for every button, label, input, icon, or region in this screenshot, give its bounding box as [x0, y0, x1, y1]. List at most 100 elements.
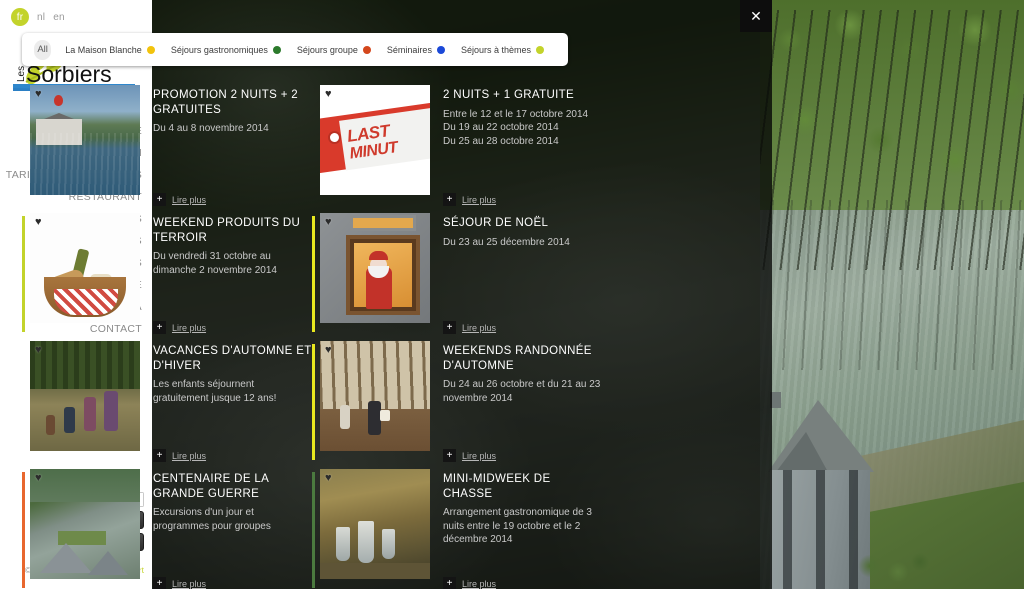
promotions-row: ♥ PROMOTION 2 NUITS + 2 GRATUITES Du 4 a… [22, 84, 602, 212]
card-title: VACANCES D'AUTOMNE ET D'HIVER [153, 345, 312, 372]
language-switcher[interactable]: fr nl en [11, 8, 65, 26]
promotion-card[interactable]: ♥ WEEKENDS RANDONNÉE D'AUTOMNE Du 24 au … [312, 340, 602, 468]
card-accent-bar [22, 88, 25, 204]
read-more-label[interactable]: Lire plus [462, 323, 496, 333]
filter-color-dot [146, 45, 155, 54]
heart-icon[interactable]: ♥ [325, 89, 332, 100]
plus-icon: + [443, 449, 456, 462]
filter-color-dot [362, 45, 371, 54]
card-accent-bar [312, 344, 315, 460]
read-more-label[interactable]: Lire plus [172, 195, 206, 205]
background-chateau [762, 392, 934, 589]
heart-icon[interactable]: ♥ [35, 473, 42, 484]
read-more[interactable]: + Lire plus [443, 193, 496, 206]
filter-color-dot [436, 45, 445, 54]
promotion-card[interactable]: ♥ VACANCES D'AUTOMNE ET D'HIVER Les enfa… [22, 340, 312, 468]
family-walk-photo: ♥ [30, 341, 140, 451]
promotion-card[interactable]: ♥ WEEKEND PRODUITS DU TERROIR Du vendred… [22, 212, 312, 340]
filter-sejours-groupe[interactable]: Séjours groupe [297, 45, 371, 55]
plus-icon: + [443, 577, 456, 589]
language-option-nl[interactable]: nl [37, 12, 45, 23]
heart-icon[interactable]: ♥ [325, 217, 332, 228]
filter-label: Séjours gastronomiques [170, 44, 268, 55]
filter-label: La Maison Blanche [65, 44, 142, 55]
background-tree-reflections [772, 200, 1024, 370]
promotions-row: ♥ CENTENAIRE DE LA GRANDE GUERRE Excursi… [22, 468, 602, 589]
filter-all-button[interactable]: All [34, 39, 52, 60]
read-more[interactable]: + Lire plus [153, 577, 206, 589]
card-title: WEEKEND PRODUITS DU TERROIR [153, 217, 301, 244]
category-filter-bar: All La Maison Blanche Séjours gastronomi… [22, 33, 568, 66]
card-accent-bar [22, 344, 25, 460]
promotions-row: ♥ WEEKEND PRODUITS DU TERROIR Du vendred… [22, 212, 602, 340]
card-title: CENTENAIRE DE LA GRANDE GUERRE [153, 473, 269, 500]
card-description: Du 23 au 25 décembre 2014 [443, 236, 570, 248]
card-accent-bar [22, 216, 25, 332]
promotion-card[interactable]: ♥ PROMOTION 2 NUITS + 2 GRATUITES Du 4 a… [22, 84, 312, 212]
filter-color-dot [536, 45, 544, 54]
filter-label: Séminaires [386, 44, 432, 55]
read-more-label[interactable]: Lire plus [462, 579, 496, 589]
card-description: Du 24 au 26 octobre et du 21 au 23 novem… [443, 379, 601, 404]
lake-villa-photo: ♥ [30, 85, 140, 195]
card-title: SÉJOUR DE NOËL [443, 217, 549, 229]
heart-icon[interactable]: ♥ [35, 345, 42, 356]
card-title: PROMOTION 2 NUITS + 2 GRATUITES [153, 89, 299, 116]
read-more-label[interactable]: Lire plus [462, 451, 496, 461]
santa-window-photo: ♥ [320, 213, 430, 323]
card-title: WEEKENDS RANDONNÉE D'AUTOMNE [443, 345, 592, 372]
plus-icon: + [153, 193, 166, 206]
glassware-terrace-photo: ♥ [320, 469, 430, 579]
plus-icon: + [153, 321, 166, 334]
autumn-forest-walk-photo: ♥ [320, 341, 430, 451]
read-more[interactable]: + Lire plus [153, 449, 206, 462]
card-description: Excursions d'un jour et programmes pour … [153, 507, 271, 532]
card-description: Les enfants séjournent gratuitement jusq… [153, 379, 277, 404]
read-more[interactable]: + Lire plus [443, 449, 496, 462]
language-option-en[interactable]: en [53, 12, 65, 23]
filter-sejours-a-themes[interactable]: Séjours à thèmes [461, 45, 544, 55]
card-description: Entre le 12 et le 17 octobre 2014 Du 19 … [443, 108, 589, 147]
promotions-grid: ♥ PROMOTION 2 NUITS + 2 GRATUITES Du 4 a… [22, 84, 602, 589]
heart-icon[interactable]: ♥ [325, 345, 332, 356]
card-description: Du vendredi 31 octobre au dimanche 2 nov… [153, 251, 277, 276]
card-accent-bar [312, 472, 315, 588]
plus-icon: + [153, 577, 166, 589]
read-more[interactable]: + Lire plus [153, 193, 206, 206]
card-description: Arrangement gastronomique de 3 nuits ent… [443, 507, 592, 545]
card-accent-bar [312, 216, 315, 332]
filter-sejours-gastronomiques[interactable]: Séjours gastronomiques [171, 45, 281, 55]
promotions-row: ♥ VACANCES D'AUTOMNE ET D'HIVER Les enfa… [22, 340, 602, 468]
card-accent-bar [22, 472, 25, 588]
card-accent-bar [312, 88, 315, 204]
heart-icon[interactable]: ♥ [325, 473, 332, 484]
food-basket-photo: ♥ [30, 213, 140, 323]
card-description: Du 4 au 8 novembre 2014 [153, 123, 269, 134]
card-title: 2 NUITS + 1 GRATUITE [443, 89, 575, 101]
promotion-card[interactable]: ♥ CENTENAIRE DE LA GRANDE GUERRE Excursi… [22, 468, 312, 589]
close-icon[interactable]: ✕ [740, 0, 772, 32]
plus-icon: + [443, 193, 456, 206]
aerial-castle-photo: ♥ [30, 469, 140, 579]
plus-icon: + [443, 321, 456, 334]
read-more-label[interactable]: Lire plus [172, 451, 206, 461]
card-title: MINI-MIDWEEK DE CHASSE [443, 473, 551, 500]
read-more-label[interactable]: Lire plus [172, 579, 206, 589]
last-minute-tag-graphic: ♥ LAST MINUT [320, 85, 430, 195]
heart-icon[interactable]: ♥ [35, 217, 42, 228]
promotion-card[interactable]: ♥ LAST MINUT 2 NUITS + 1 GRATUITE Entre l… [312, 84, 602, 212]
language-option-fr[interactable]: fr [11, 8, 29, 26]
filter-la-maison-blanche[interactable]: La Maison Blanche [65, 45, 155, 55]
read-more-label[interactable]: Lire plus [172, 323, 206, 333]
read-more[interactable]: + Lire plus [443, 321, 496, 334]
filter-seminaires[interactable]: Séminaires [387, 45, 445, 55]
promotion-card[interactable]: ♥ MINI-MIDWEEK DE CHASSE Arrangement gas… [312, 468, 602, 589]
heart-icon[interactable]: ♥ [35, 89, 42, 100]
read-more[interactable]: + Lire plus [153, 321, 206, 334]
promotion-card[interactable]: ♥ SÉJOUR DE NOËL Du 23 au 25 décembre 20… [312, 212, 602, 340]
filter-label: Séjours groupe [296, 44, 358, 55]
read-more[interactable]: + Lire plus [443, 577, 496, 589]
filter-color-dot [272, 45, 281, 54]
read-more-label[interactable]: Lire plus [462, 195, 496, 205]
filter-label: Séjours à thèmes [460, 44, 531, 55]
